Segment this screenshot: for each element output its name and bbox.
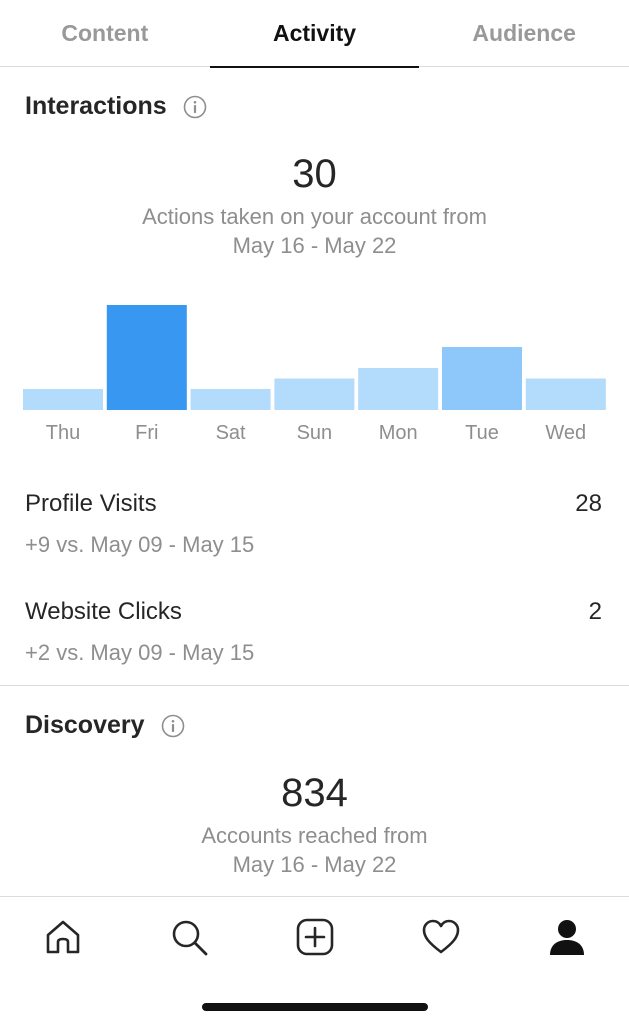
interactions-bar-chart: Thu Fri Sat Sun Mon Tue Wed: [23, 305, 606, 444]
interactions-title: Interactions: [25, 92, 167, 120]
chart-bar-tue[interactable]: [442, 347, 522, 410]
profile-visits-value: 28: [575, 490, 602, 517]
discovery-caption-line2: May 16 - May 22: [232, 852, 397, 877]
info-icon[interactable]: [183, 95, 207, 119]
tab-content[interactable]: Content: [0, 0, 210, 67]
home-indicator: [202, 1003, 428, 1011]
discovery-header: Discovery: [25, 711, 185, 740]
section-divider: [0, 685, 629, 686]
interactions-caption-line1: Actions taken on your account from: [142, 204, 487, 229]
interactions-total: 30: [292, 152, 337, 196]
discovery-total: 834: [281, 771, 348, 815]
info-icon[interactable]: [161, 714, 185, 738]
chart-label-sat: Sat: [216, 422, 246, 444]
search-icon[interactable]: [167, 915, 211, 959]
home-icon[interactable]: [41, 915, 85, 959]
chart-bar-fri[interactable]: [106, 305, 187, 410]
insights-screen: Content Activity Audience Interactions 3…: [0, 0, 629, 1024]
chart-label-wed: Wed: [545, 422, 586, 444]
chart-bar-thu[interactable]: [23, 389, 103, 410]
profile-visits-label: Profile Visits: [25, 490, 157, 517]
website-clicks-value: 2: [588, 598, 602, 625]
discovery-title: Discovery: [25, 711, 145, 739]
discovery-caption-line1: Accounts reached from: [201, 823, 428, 848]
chart-bar-sat[interactable]: [190, 389, 271, 410]
interactions-caption-line2: May 16 - May 22: [232, 233, 397, 258]
chart-bar-mon[interactable]: [358, 368, 439, 410]
activity-heart-icon[interactable]: [419, 915, 463, 959]
chart-label-tue: Tue: [465, 422, 499, 444]
chart-bar-wed[interactable]: [525, 378, 606, 411]
chart-bar-sun[interactable]: [274, 378, 355, 411]
profile-visits-comparison: +9 vs. May 09 - May 15: [25, 532, 255, 557]
profile-icon[interactable]: [545, 915, 589, 959]
insights-tab-bar: Content Activity Audience: [0, 0, 629, 68]
chart-label-thu: Thu: [46, 422, 80, 444]
chart-label-sun: Sun: [297, 422, 333, 444]
chart-label-fri: Fri: [135, 422, 158, 444]
tab-activity[interactable]: Activity: [209, 0, 420, 68]
website-clicks-label: Website Clicks: [25, 598, 182, 625]
tab-audience[interactable]: Audience: [419, 0, 629, 67]
chart-label-mon: Mon: [379, 422, 418, 444]
website-clicks-comparison: +2 vs. May 09 - May 15: [25, 640, 255, 665]
add-post-icon[interactable]: [293, 915, 337, 959]
interactions-header: Interactions: [25, 92, 207, 121]
